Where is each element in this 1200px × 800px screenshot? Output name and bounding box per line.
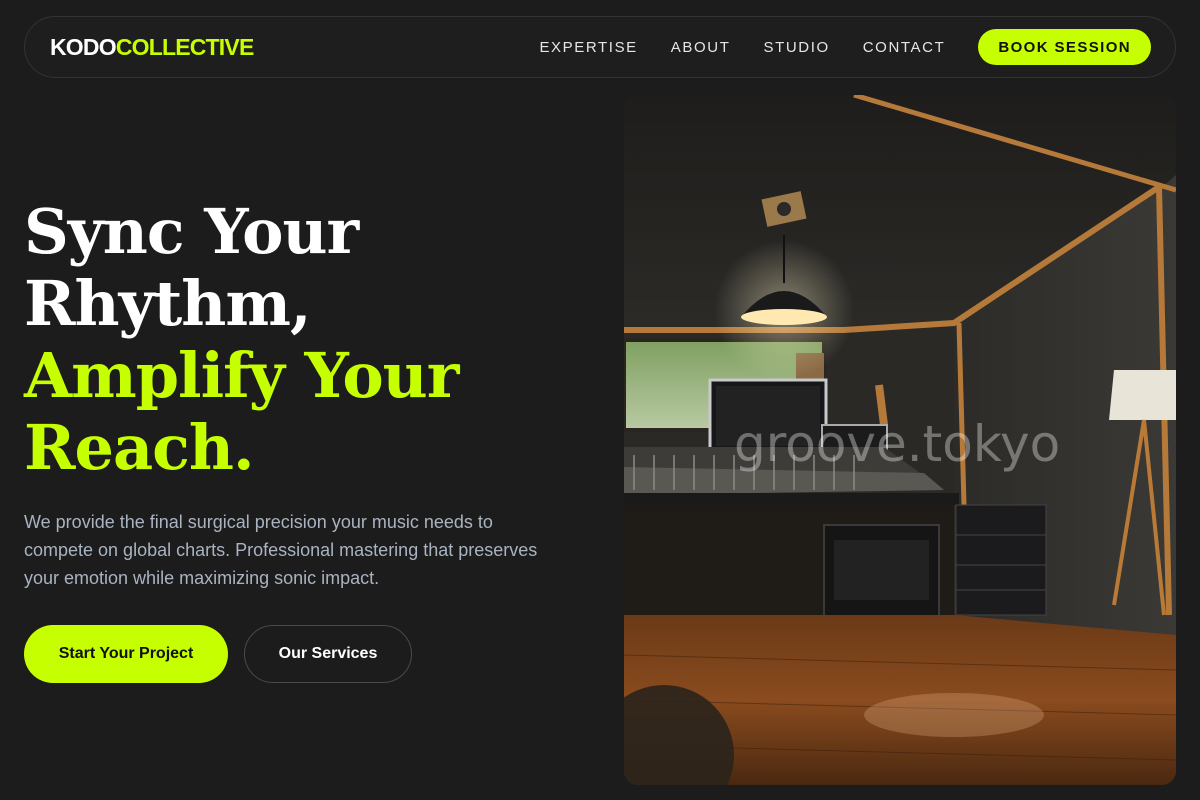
nav-menu: EXPERTISE ABOUT STUDIO CONTACT BOOK SESS… bbox=[539, 29, 1151, 65]
nav-link-studio[interactable]: STUDIO bbox=[763, 39, 829, 56]
nav-link-expertise[interactable]: EXPERTISE bbox=[539, 39, 637, 56]
photo-watermark: groove.tokyo bbox=[734, 415, 1061, 473]
hero-title-line-4: Reach. bbox=[24, 411, 255, 484]
book-session-button[interactable]: BOOK SESSION bbox=[978, 29, 1151, 65]
brand-logo-part1: KODO bbox=[50, 33, 117, 60]
hero-title-line-3: Amplify Your bbox=[24, 339, 459, 412]
brand-logo-part2: COLLECTIVE bbox=[115, 33, 254, 60]
nav-link-contact[interactable]: CONTACT bbox=[863, 39, 946, 56]
our-services-button[interactable]: Our Services bbox=[244, 625, 412, 683]
brand-logo[interactable]: KODOCOLLECTIVE bbox=[50, 33, 254, 61]
navbar: KODOCOLLECTIVE EXPERTISE ABOUT STUDIO CO… bbox=[24, 16, 1176, 78]
start-project-button[interactable]: Start Your Project bbox=[24, 625, 228, 683]
hero-description: We provide the final surgical precision … bbox=[24, 512, 538, 588]
hero-title: Sync Your Rhythm, Amplify Your Reach. bbox=[24, 196, 584, 484]
studio-photo: groove.tokyo bbox=[624, 95, 1176, 785]
nav-link-about[interactable]: ABOUT bbox=[671, 39, 731, 56]
hero-title-line-1: Sync Your bbox=[24, 195, 359, 268]
hero-title-line-2: Rhythm, bbox=[24, 267, 312, 340]
